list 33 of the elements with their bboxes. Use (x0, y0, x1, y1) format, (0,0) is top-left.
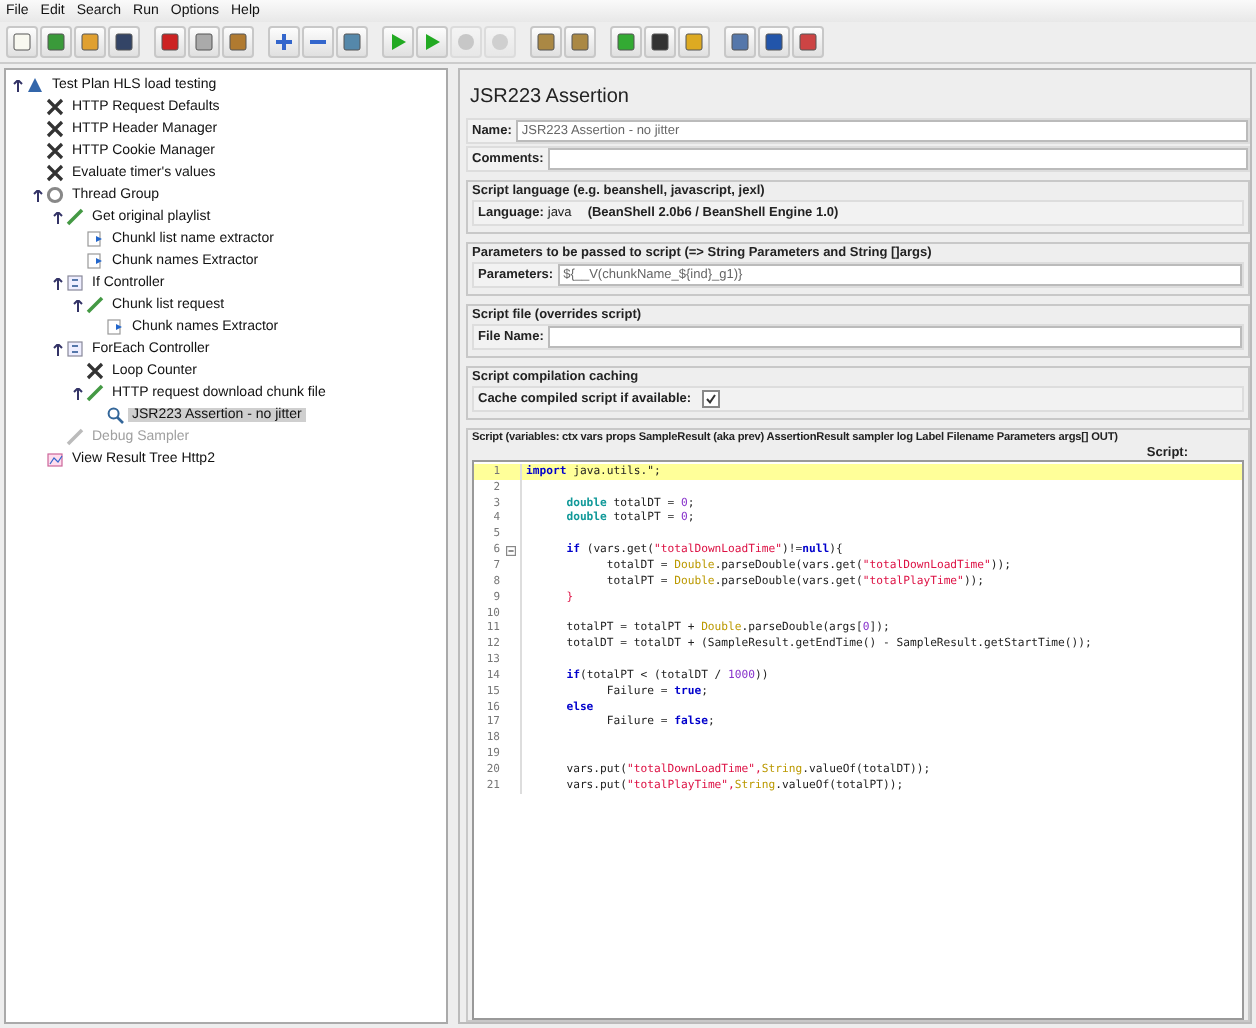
controller-icon (66, 340, 84, 358)
document-icon (86, 252, 104, 270)
check-icon (705, 394, 716, 404)
comments-field[interactable] (547, 148, 1248, 170)
controller-icon (66, 274, 84, 292)
toolbar-button[interactable] (792, 26, 824, 58)
tree-toggle-icon[interactable] (72, 299, 84, 311)
toolbar-button[interactable] (154, 26, 186, 58)
document-icon (86, 230, 104, 248)
panel-title: JSR223 Assertion (468, 84, 631, 112)
toolbar-button[interactable] (268, 26, 300, 58)
document-icon (106, 318, 124, 336)
tree-toggle-icon[interactable] (52, 277, 64, 289)
toolbar-button[interactable] (644, 26, 676, 58)
tree-toggle-icon[interactable] (52, 343, 64, 355)
toolbar-button[interactable] (302, 26, 334, 58)
tree-toggle-icon[interactable] (32, 189, 44, 201)
file-name-field[interactable] (547, 326, 1242, 348)
start-no-pause-icon (422, 32, 442, 52)
tree-toggle-icon[interactable] (12, 79, 24, 91)
start-icon (388, 32, 408, 52)
magnifier-icon (106, 406, 124, 424)
toolbar-button[interactable] (108, 26, 140, 58)
expand-icon (274, 32, 294, 52)
tree-toggle-icon[interactable] (52, 211, 64, 223)
toolbar-button[interactable] (336, 26, 368, 58)
chart-icon (46, 450, 64, 468)
toolbar-button[interactable] (758, 26, 790, 58)
toolbar-button[interactable] (724, 26, 756, 58)
cache-checkbox[interactable] (701, 390, 720, 408)
code-editor[interactable] (472, 460, 1244, 1020)
fold-icon[interactable] (505, 545, 515, 556)
tree-toggle-icon[interactable] (72, 387, 84, 399)
